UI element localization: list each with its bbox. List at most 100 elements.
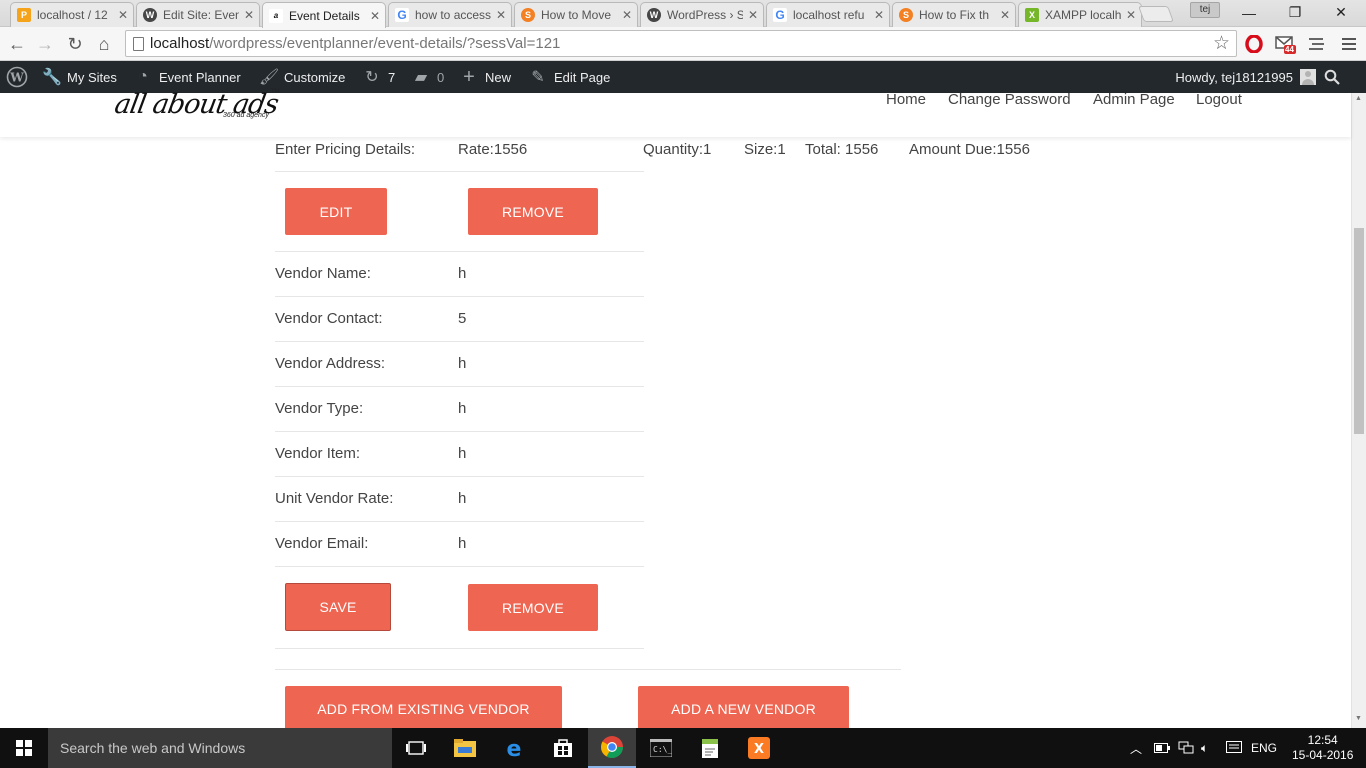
file-explorer-icon[interactable]: [441, 728, 489, 768]
stackexchange-icon: S: [521, 8, 535, 22]
comments-link[interactable]: ▰ 0: [412, 61, 444, 93]
close-icon[interactable]: ✕: [747, 8, 759, 22]
nav-admin-page[interactable]: Admin Page: [1093, 91, 1175, 108]
svg-text:W: W: [9, 71, 24, 85]
chrome-taskbar-icon[interactable]: [588, 728, 636, 768]
browser-tab-google-search[interactable]: G how to access ✕: [388, 2, 512, 27]
taskbar-search[interactable]: Search the web and Windows: [48, 728, 392, 768]
close-icon[interactable]: ✕: [999, 8, 1011, 22]
browser-tab-xampp[interactable]: X XAMPP localh ✕: [1018, 2, 1142, 27]
new-tab-button[interactable]: [1138, 6, 1174, 22]
remove-pricing-button[interactable]: REMOVE: [468, 188, 598, 235]
close-icon[interactable]: ✕: [1125, 8, 1137, 22]
divider: [275, 648, 644, 649]
window-close-icon[interactable]: ✕: [1318, 0, 1364, 25]
avatar: [1300, 69, 1316, 85]
updates-link[interactable]: ↻ 7: [363, 61, 395, 93]
add-new-vendor-button[interactable]: ADD A NEW VENDOR: [638, 686, 849, 728]
browser-tab-localhost-refused[interactable]: G localhost refu ✕: [766, 2, 890, 27]
pricing-quantity: Quantity:1: [643, 141, 712, 158]
close-icon[interactable]: ✕: [495, 8, 507, 22]
volume-icon[interactable]: 🔈︎: [1201, 728, 1208, 768]
scroll-down-icon[interactable]: ▼: [1355, 715, 1362, 722]
start-button[interactable]: [0, 728, 48, 768]
reader-extension-icon[interactable]: [1306, 33, 1328, 55]
my-sites-menu[interactable]: 🔧 My Sites: [42, 61, 117, 93]
address-bar[interactable]: localhost/wordpress/eventplanner/event-d…: [125, 30, 1237, 57]
edit-page-label: Edit Page: [554, 69, 611, 85]
url-path: /wordpress/eventplanner/event-details/?s…: [209, 35, 561, 52]
home-icon[interactable]: ⌂: [92, 32, 116, 56]
reload-icon[interactable]: ↻: [63, 32, 87, 56]
language-indicator[interactable]: ENG: [1251, 728, 1277, 768]
nav-change-password[interactable]: Change Password: [948, 91, 1071, 108]
account-menu[interactable]: Howdy, tej18121995: [1175, 61, 1316, 93]
updates-icon: ↻: [365, 69, 379, 86]
new-label: New: [485, 69, 512, 85]
browser-tab-phpmyadmin[interactable]: P localhost / 12 ✕: [10, 2, 134, 27]
browser-tab-edit-site[interactable]: W Edit Site: Even ✕: [136, 2, 260, 27]
chrome-menu-icon[interactable]: [1338, 33, 1360, 55]
scrollbar-thumb[interactable]: [1354, 228, 1364, 434]
pricing-rate: Rate:1556: [458, 141, 528, 158]
customize-label: Customize: [284, 69, 346, 85]
action-center-icon[interactable]: [1226, 728, 1242, 768]
forward-arrow-icon[interactable]: →: [33, 32, 57, 56]
command-prompt-icon[interactable]: C:\_: [637, 728, 685, 768]
tab-title: XAMPP localh: [1045, 8, 1121, 22]
mail-extension-icon[interactable]: 44: [1274, 33, 1296, 55]
vendor-field-value: h: [458, 535, 467, 552]
url-text[interactable]: localhost/wordpress/eventplanner/event-d…: [150, 35, 560, 52]
all-about-ads-icon: a: [269, 8, 283, 23]
battery-icon[interactable]: [1154, 728, 1170, 768]
minimize-icon[interactable]: —: [1226, 0, 1272, 25]
back-arrow-icon[interactable]: ←: [5, 32, 29, 56]
clock[interactable]: 12:54 15-04-2016: [1292, 728, 1353, 768]
save-button[interactable]: SAVE: [285, 583, 391, 631]
restore-icon[interactable]: ❐: [1272, 0, 1318, 25]
wordpress-logo-icon[interactable]: W: [6, 61, 28, 93]
edit-button[interactable]: EDIT: [285, 188, 387, 235]
nav-home[interactable]: Home: [886, 91, 926, 108]
pencil-icon: ✎: [531, 69, 545, 86]
browser-tab-how-to-fix[interactable]: S How to Fix th ✕: [892, 2, 1016, 27]
comments-count: 0: [437, 69, 445, 85]
browser-tab-wordpress[interactable]: W WordPress › S ✕: [640, 2, 764, 27]
tab-title: How to Fix th: [919, 8, 990, 22]
store-icon[interactable]: [539, 728, 587, 768]
url-host: localhost: [150, 35, 210, 52]
remove-vendor-button[interactable]: REMOVE: [468, 584, 598, 631]
search-placeholder: Search the web and Windows: [60, 740, 246, 756]
close-icon[interactable]: ✕: [873, 8, 885, 22]
site-name-label: Event Planner: [159, 69, 241, 85]
close-icon[interactable]: ✕: [117, 8, 129, 22]
edge-browser-icon[interactable]: e: [490, 728, 538, 768]
site-logo[interactable]: all about ads TM 360 ad agency: [112, 89, 285, 129]
close-icon[interactable]: ✕: [621, 8, 633, 22]
pricing-amount-due: Amount Due:1556: [909, 141, 1030, 158]
notepad-plus-plus-icon[interactable]: [686, 728, 734, 768]
search-icon[interactable]: [1324, 61, 1340, 93]
scroll-up-icon[interactable]: ▲: [1355, 95, 1362, 102]
vendor-row-unit-rate: Unit Vendor Rate: h: [275, 477, 644, 522]
show-hidden-icons[interactable]: ︿: [1130, 728, 1142, 768]
close-icon[interactable]: ✕: [243, 8, 255, 22]
add-existing-vendor-button[interactable]: ADD FROM EXISTING VENDOR: [285, 686, 562, 728]
close-icon[interactable]: ✕: [369, 9, 381, 23]
browser-tab-event-details[interactable]: a Event Details ✕: [262, 2, 386, 28]
xampp-taskbar-icon[interactable]: X: [735, 728, 783, 768]
vendor-field-label: Vendor Name:: [275, 265, 371, 282]
vendor-row-address: Vendor Address: h: [275, 342, 644, 387]
opera-extension-icon[interactable]: [1243, 33, 1265, 55]
profile-button[interactable]: tej: [1190, 2, 1220, 18]
page-scrollbar[interactable]: ▲ ▼: [1351, 93, 1366, 728]
new-content-menu[interactable]: + New: [460, 61, 511, 93]
bookmark-star-icon[interactable]: ☆: [1213, 32, 1230, 55]
nav-logout[interactable]: Logout: [1196, 91, 1242, 108]
browser-tab-how-to-move[interactable]: S How to Move ✕: [514, 2, 638, 27]
network-icon[interactable]: [1178, 728, 1194, 768]
edit-page-link[interactable]: ✎ Edit Page: [529, 61, 610, 93]
task-view-icon[interactable]: [392, 728, 440, 768]
wrench-icon: 🔧: [42, 69, 62, 86]
pricing-size: Size:1: [744, 141, 786, 158]
